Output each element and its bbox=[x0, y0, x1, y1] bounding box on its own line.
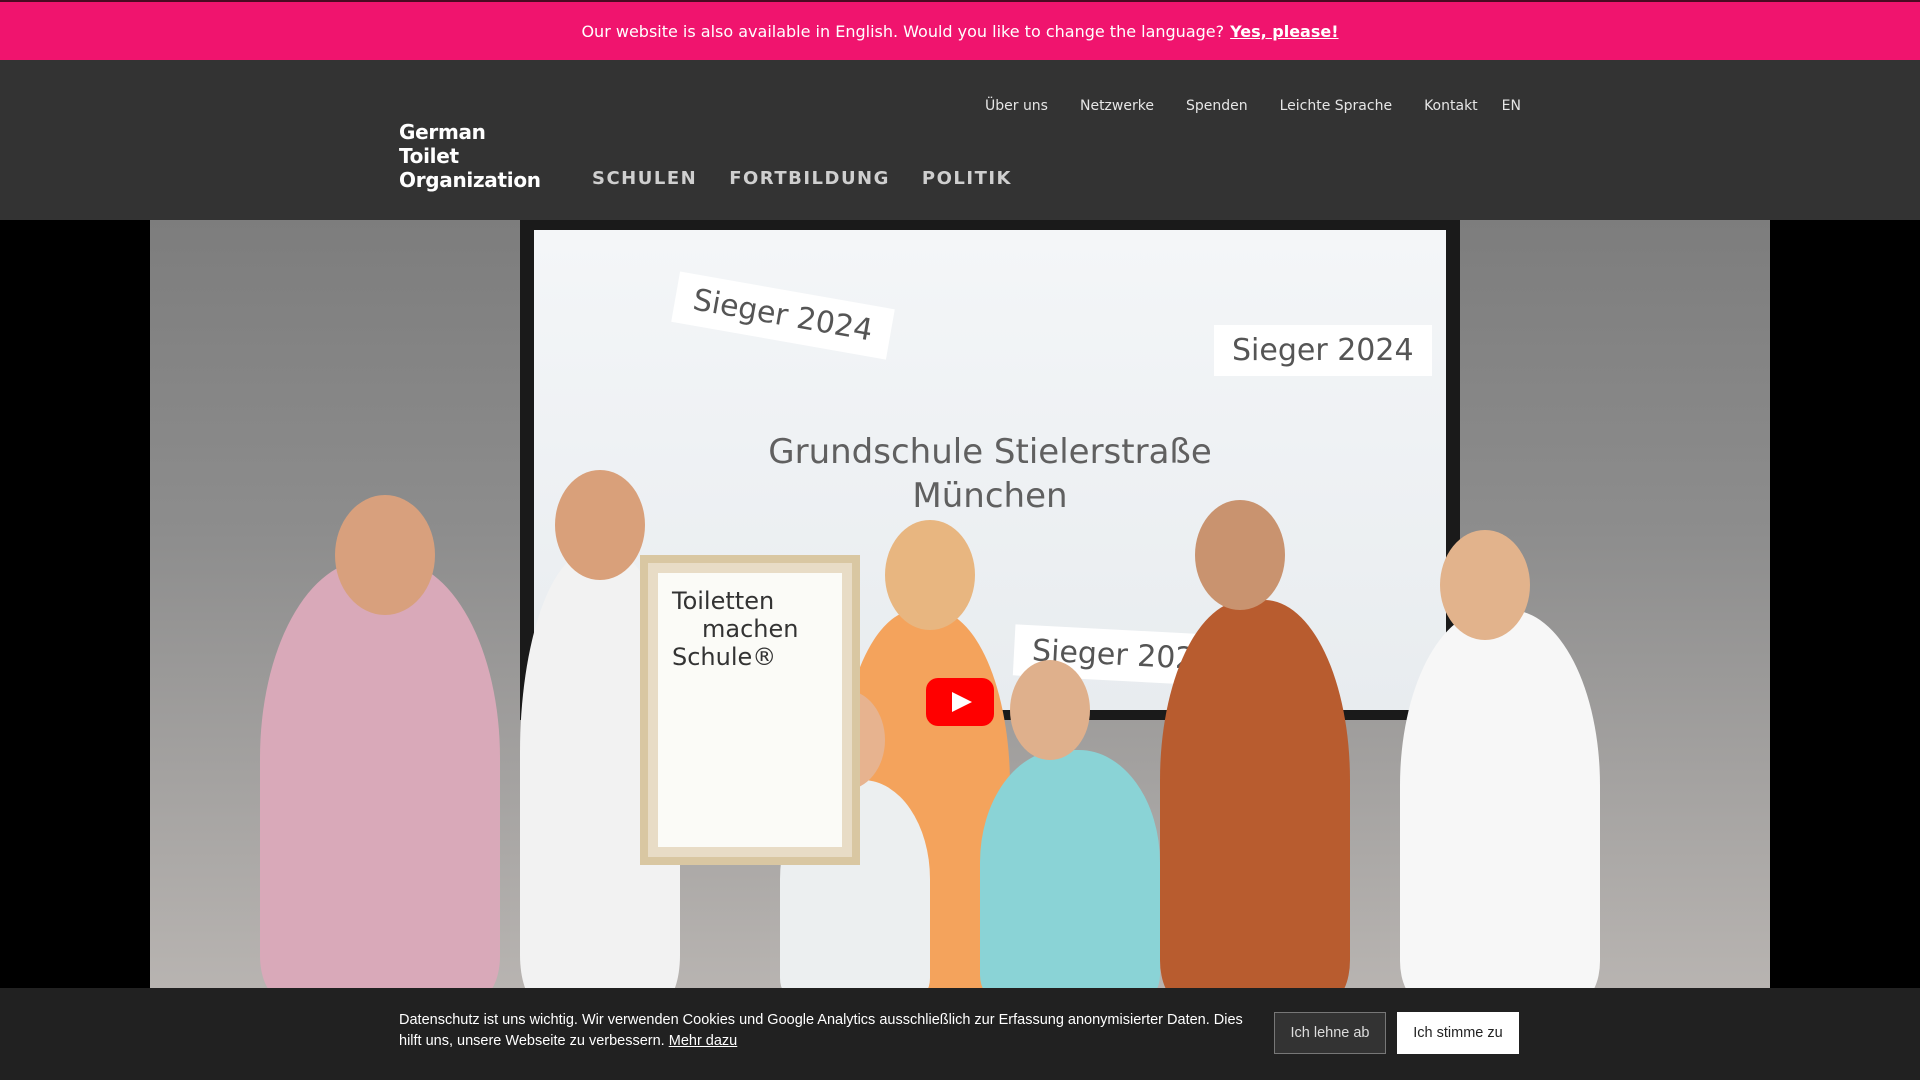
person-head bbox=[335, 495, 435, 615]
poster-title: Toiletten machen Schule® bbox=[672, 587, 799, 671]
top-navigation: Über uns Netzwerke Spenden Leichte Sprac… bbox=[953, 98, 1521, 114]
person-head bbox=[1195, 500, 1285, 610]
person-figure bbox=[980, 750, 1160, 1000]
nav-item-netzwerke[interactable]: Netzwerke bbox=[1080, 98, 1154, 114]
logo-line-3: Organization bbox=[399, 168, 541, 192]
person-figure bbox=[1400, 610, 1600, 1000]
accept-button[interactable]: Ich stimme zu bbox=[1397, 1012, 1519, 1054]
person-figure bbox=[260, 560, 500, 1000]
screen-tag: Sieger 2024 bbox=[1214, 325, 1432, 376]
language-switch-en[interactable]: EN bbox=[1502, 98, 1521, 114]
video-section: Sieger 2024 Sieger 2024 Sieger 2024 Grun… bbox=[0, 220, 1920, 1080]
main-navigation: SCHULEN FORTBILDUNG POLITIK bbox=[592, 168, 1044, 189]
cookie-banner: Datenschutz ist uns wichtig. Wir verwend… bbox=[0, 988, 1920, 1080]
person-head bbox=[1010, 660, 1090, 760]
main-nav-politik[interactable]: POLITIK bbox=[922, 168, 1012, 189]
video-player[interactable]: Sieger 2024 Sieger 2024 Sieger 2024 Grun… bbox=[150, 220, 1770, 1000]
main-nav-fortbildung[interactable]: FORTBILDUNG bbox=[729, 168, 890, 189]
site-header: German Toilet Organization Über uns Netz… bbox=[0, 60, 1920, 220]
nav-item-ueber-uns[interactable]: Über uns bbox=[985, 98, 1048, 114]
award-poster: Toiletten machen Schule® bbox=[640, 555, 860, 865]
play-button[interactable] bbox=[926, 678, 994, 726]
change-language-link[interactable]: Yes, please! bbox=[1230, 22, 1338, 41]
logo-line-1: German bbox=[399, 120, 486, 144]
language-banner: Our website is also available in English… bbox=[0, 0, 1920, 60]
logo-line-2: Toilet bbox=[399, 144, 459, 168]
site-logo[interactable]: German Toilet Organization bbox=[399, 120, 541, 192]
nav-item-kontakt[interactable]: Kontakt bbox=[1424, 98, 1478, 114]
person-head bbox=[885, 520, 975, 630]
person-head bbox=[1440, 530, 1530, 640]
language-banner-message: Our website is also available in English… bbox=[581, 21, 1225, 41]
cookie-message: Datenschutz ist uns wichtig. Wir verwend… bbox=[399, 1012, 1243, 1049]
cookie-more-link[interactable]: Mehr dazu bbox=[669, 1033, 738, 1049]
decline-button[interactable]: Ich lehne ab bbox=[1274, 1012, 1386, 1054]
nav-item-spenden[interactable]: Spenden bbox=[1186, 98, 1248, 114]
screen-tag: Sieger 2024 bbox=[671, 271, 895, 360]
nav-item-leichte-sprache[interactable]: Leichte Sprache bbox=[1280, 98, 1392, 114]
person-head bbox=[555, 470, 645, 580]
main-nav-schulen[interactable]: SCHULEN bbox=[592, 168, 697, 189]
school-name: Grundschule Stielerstraße München bbox=[768, 432, 1212, 516]
person-figure bbox=[1160, 600, 1350, 1000]
